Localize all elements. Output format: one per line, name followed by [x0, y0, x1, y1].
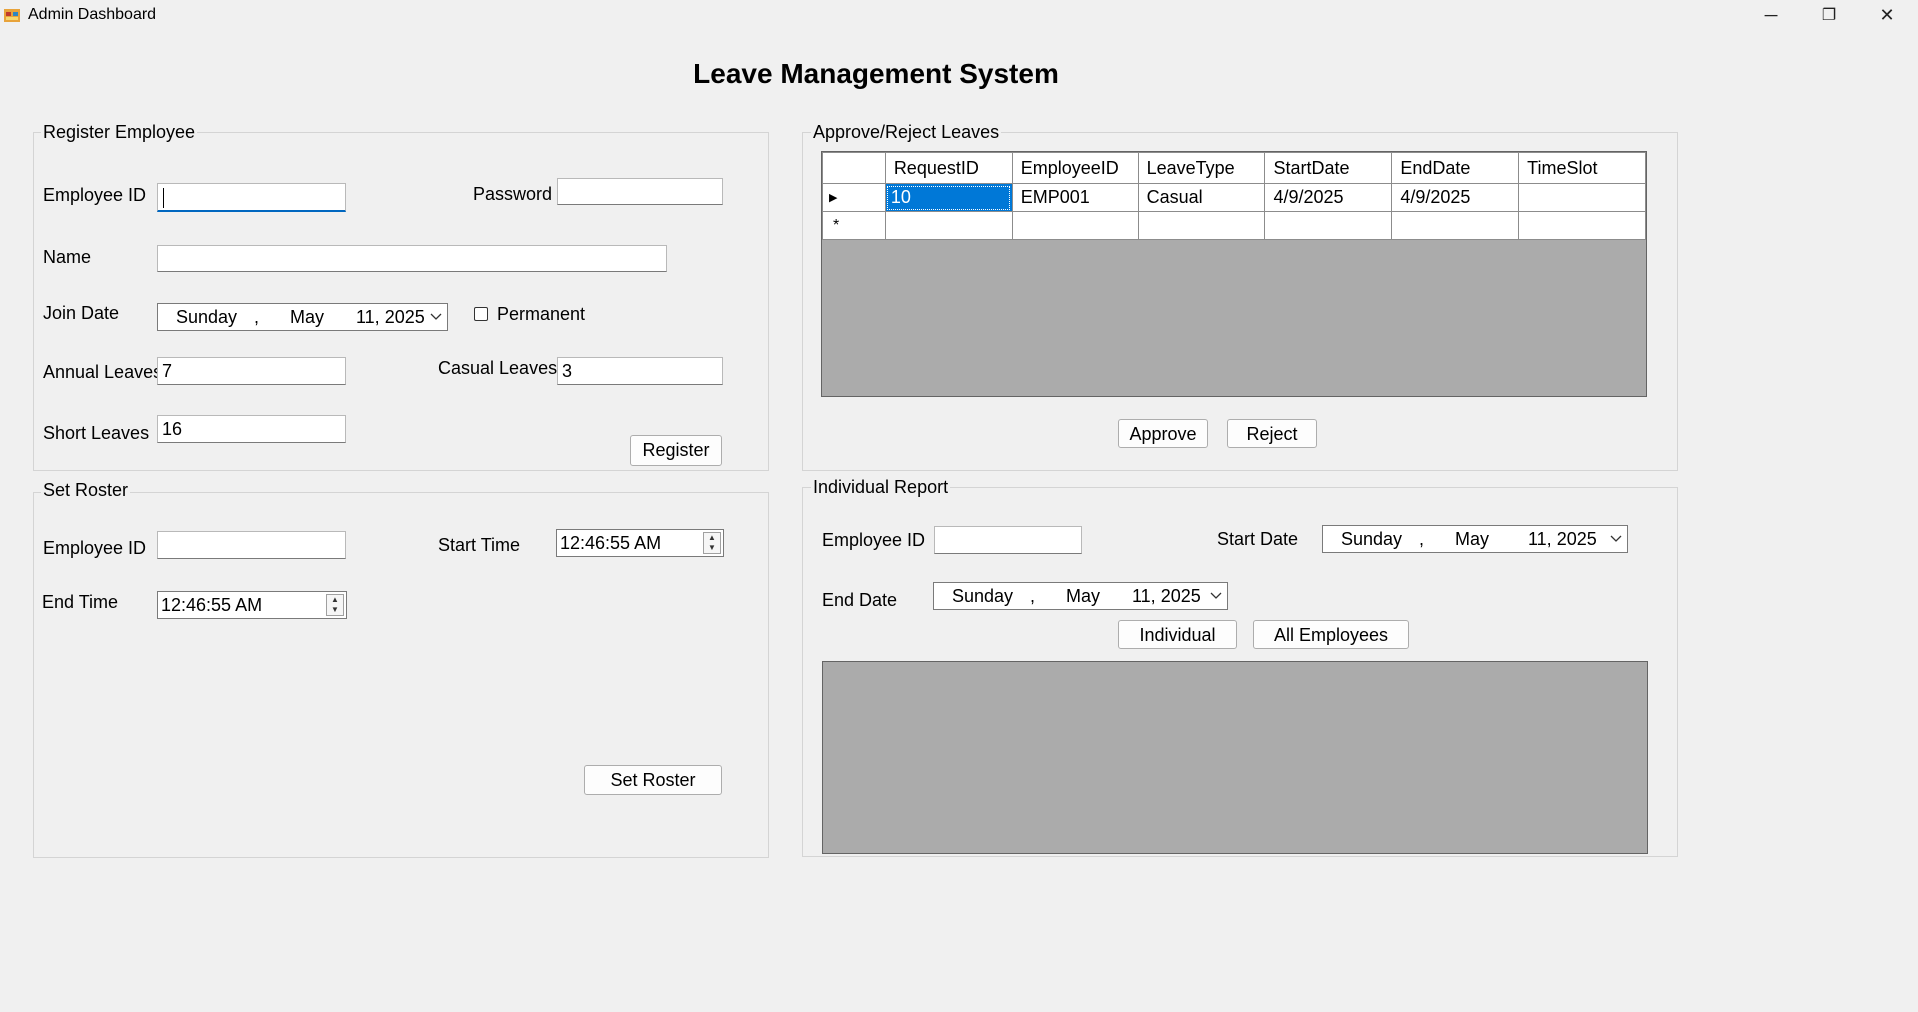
spin-down-icon[interactable]: ▼: [327, 605, 343, 615]
grid-cell[interactable]: 10: [884, 183, 1013, 212]
casual-leaves-input[interactable]: 3: [557, 357, 723, 385]
column-header[interactable]: EndDate: [1391, 152, 1520, 184]
window-title: Admin Dashboard: [28, 6, 157, 23]
spin-up-icon[interactable]: ▲: [704, 533, 720, 543]
employee-id-label: Employee ID: [43, 185, 147, 205]
start-date-date: 11, 2025: [1528, 529, 1597, 549]
spin-up-icon[interactable]: ▲: [327, 595, 343, 605]
name-label: Name: [43, 247, 92, 267]
grid-header-row: RequestID EmployeeID LeaveType StartDate…: [822, 152, 1646, 184]
roster-employee-id-label: Employee ID: [43, 538, 147, 558]
join-date-date: 11, 2025: [356, 307, 425, 327]
start-time-spinner[interactable]: ▲ ▼: [703, 532, 721, 554]
casual-leaves-label: Casual Leaves: [438, 358, 558, 378]
approve-button[interactable]: Approve: [1118, 419, 1208, 448]
register-button[interactable]: Register: [630, 435, 722, 466]
permanent-label: Permanent: [497, 304, 586, 324]
grid-cell[interactable]: 4/9/2025: [1391, 183, 1520, 212]
all-employees-button[interactable]: All Employees: [1253, 620, 1409, 649]
end-date-label: End Date: [822, 590, 898, 610]
end-date-picker[interactable]: Sunday , May 11, 2025: [933, 582, 1228, 610]
start-date-month: May: [1455, 529, 1490, 549]
start-date-picker[interactable]: Sunday , May 11, 2025: [1322, 525, 1628, 553]
employee-id-input[interactable]: [157, 183, 346, 212]
end-date-day: Sunday: [952, 586, 1014, 606]
chevron-down-icon: [1610, 535, 1622, 542]
row-header-corner: [822, 152, 886, 184]
grid-cell[interactable]: [1011, 211, 1139, 240]
end-time-label: End Time: [42, 592, 119, 612]
password-label: Password: [473, 184, 553, 204]
report-employee-id-input[interactable]: [934, 526, 1082, 554]
approve-reject-legend: Approve/Reject Leaves: [811, 122, 1002, 143]
password-input[interactable]: [557, 178, 723, 205]
join-date-day: Sunday: [176, 307, 238, 327]
reject-button[interactable]: Reject: [1227, 419, 1317, 448]
grid-cell[interactable]: [884, 211, 1013, 240]
annual-leaves-input[interactable]: 7: [157, 357, 346, 385]
column-header[interactable]: RequestID: [884, 152, 1013, 184]
join-date-picker[interactable]: Sunday , May 11, 2025: [157, 303, 448, 331]
join-date-sep: ,: [254, 307, 260, 327]
annual-leaves-label: Annual Leaves: [43, 362, 163, 382]
grid-cell[interactable]: [1518, 211, 1646, 240]
column-header[interactable]: StartDate: [1264, 152, 1393, 184]
table-row[interactable]: ▶ 10 EMP001 Casual 4/9/2025 4/9/2025: [822, 183, 1646, 212]
column-header[interactable]: EmployeeID: [1011, 152, 1139, 184]
grid-cell[interactable]: [1264, 211, 1393, 240]
set-roster-button[interactable]: Set Roster: [584, 765, 722, 795]
end-date-sep: ,: [1030, 586, 1036, 606]
new-row[interactable]: *: [822, 211, 1646, 240]
individual-report-legend: Individual Report: [811, 477, 951, 498]
grid-cell[interactable]: 4/9/2025: [1264, 183, 1393, 212]
roster-employee-id-input[interactable]: [157, 531, 346, 559]
grid-cell[interactable]: Casual: [1137, 183, 1266, 212]
chevron-down-icon: [430, 313, 442, 320]
start-date-day: Sunday: [1341, 529, 1403, 549]
start-date-label: Start Date: [1217, 529, 1299, 549]
text-caret: [163, 188, 164, 209]
title-bar: Admin Dashboard ─ ❐ ✕: [0, 0, 1918, 30]
start-date-sep: ,: [1419, 529, 1425, 549]
chevron-down-icon: [1210, 592, 1222, 599]
end-date-date: 11, 2025: [1132, 586, 1201, 606]
grid-cell[interactable]: [1137, 211, 1266, 240]
join-date-label: Join Date: [43, 303, 120, 323]
short-leaves-input[interactable]: 16: [157, 415, 346, 443]
close-button[interactable]: ✕: [1858, 0, 1916, 30]
spin-down-icon[interactable]: ▼: [704, 543, 720, 553]
report-grid[interactable]: [822, 661, 1648, 854]
minimize-button[interactable]: ─: [1742, 0, 1800, 30]
leave-requests-grid[interactable]: RequestID EmployeeID LeaveType StartDate…: [821, 151, 1647, 397]
app-icon: [4, 9, 20, 22]
grid-cell[interactable]: [1518, 183, 1646, 212]
permanent-checkbox[interactable]: [474, 307, 488, 321]
grid-cell[interactable]: [1391, 211, 1520, 240]
end-date-month: May: [1066, 586, 1101, 606]
new-row-marker-icon[interactable]: *: [822, 211, 886, 240]
restore-button[interactable]: ❐: [1800, 0, 1858, 30]
report-employee-id-label: Employee ID: [822, 530, 926, 550]
short-leaves-label: Short Leaves: [43, 423, 150, 443]
current-row-marker-icon[interactable]: ▶: [822, 183, 886, 212]
name-input[interactable]: [157, 245, 667, 272]
register-employee-legend: Register Employee: [41, 122, 198, 143]
start-time-picker[interactable]: 12:46:55 AM ▲ ▼: [556, 529, 724, 557]
column-header[interactable]: LeaveType: [1137, 152, 1266, 184]
column-header[interactable]: TimeSlot: [1518, 152, 1646, 184]
page-title: Leave Management System: [693, 58, 1059, 89]
end-time-picker[interactable]: 12:46:55 AM ▲ ▼: [157, 591, 347, 619]
end-time-spinner[interactable]: ▲ ▼: [326, 594, 344, 616]
individual-report-button[interactable]: Individual: [1118, 620, 1237, 649]
set-roster-legend: Set Roster: [41, 480, 131, 501]
grid-cell[interactable]: EMP001: [1011, 183, 1139, 212]
start-time-label: Start Time: [438, 535, 521, 555]
join-date-month: May: [290, 307, 325, 327]
